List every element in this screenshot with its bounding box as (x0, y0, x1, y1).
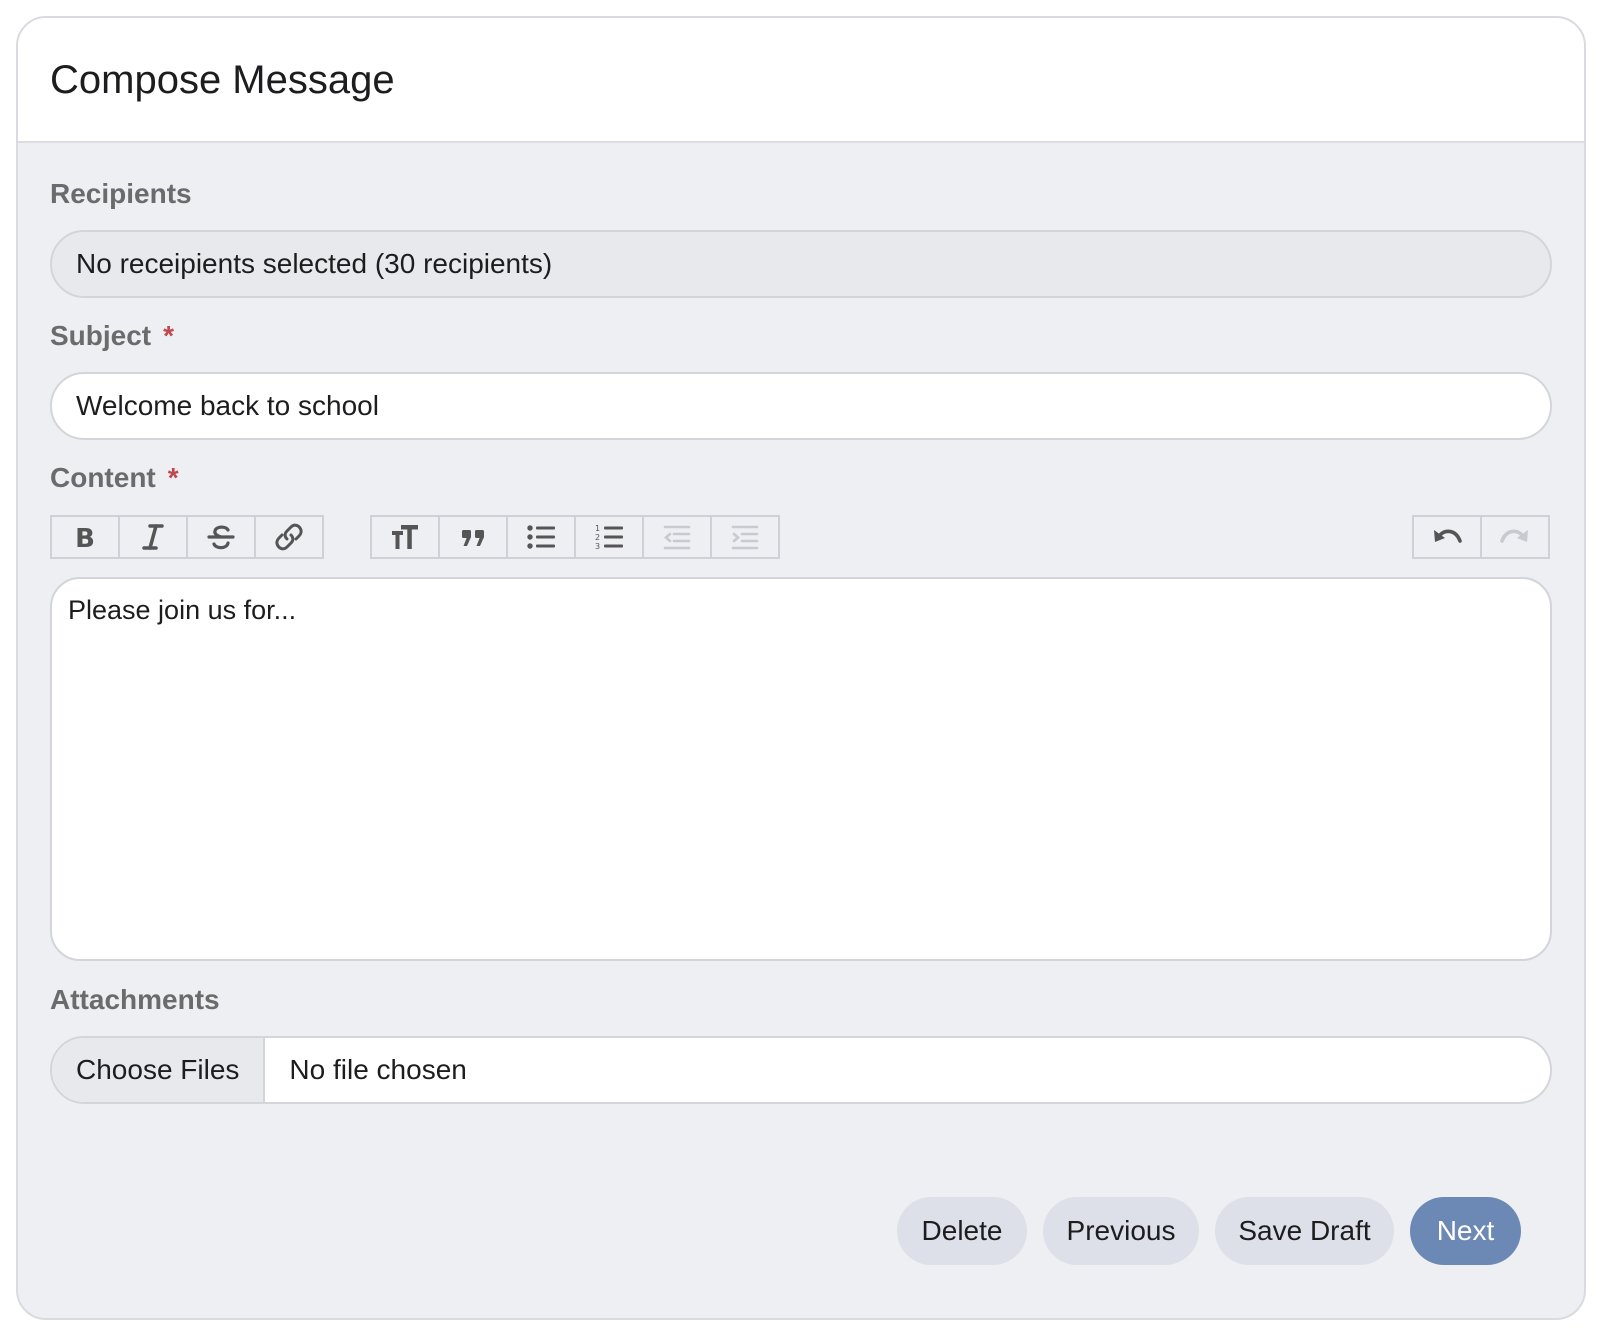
outdent-icon (663, 525, 691, 550)
next-button[interactable]: Next (1410, 1197, 1521, 1265)
block-button-group: 123 (370, 515, 780, 559)
heading-button[interactable] (370, 515, 440, 559)
link-button[interactable] (254, 515, 324, 559)
svg-text:1: 1 (595, 524, 600, 533)
strikethrough-icon (207, 525, 235, 550)
indent-icon (731, 525, 759, 550)
bullet-list-button[interactable] (506, 515, 576, 559)
format-button-group: B (50, 515, 324, 559)
compose-card: Compose Message Recipients No receipient… (16, 16, 1586, 1320)
content-required-mark: * (167, 462, 179, 493)
quote-button[interactable] (438, 515, 508, 559)
delete-button[interactable]: Delete (897, 1197, 1027, 1265)
svg-text:2: 2 (595, 533, 600, 542)
italic-icon (142, 524, 164, 550)
history-button-group (1412, 515, 1550, 559)
quote-icon (462, 530, 484, 546)
indent-button[interactable] (710, 515, 780, 559)
subject-label-text: Subject (50, 320, 152, 351)
undo-icon (1434, 529, 1462, 543)
attachments-label: Attachments (50, 984, 220, 1015)
card-header: Compose Message (18, 18, 1584, 143)
strikethrough-button[interactable] (186, 515, 256, 559)
redo-icon (1500, 529, 1528, 543)
redo-button[interactable] (1480, 515, 1550, 559)
link-icon (275, 523, 303, 551)
subject-label: Subject * (50, 320, 174, 352)
content-text: Please join us for... (68, 595, 297, 625)
recipients-label: Recipients (50, 178, 192, 209)
outdent-button[interactable] (642, 515, 712, 559)
previous-button[interactable]: Previous (1043, 1197, 1199, 1265)
undo-button[interactable] (1412, 515, 1482, 559)
editor-toolbar: B 123 (50, 515, 1552, 559)
svg-text:3: 3 (595, 542, 600, 551)
bold-icon: B (75, 524, 95, 553)
content-label-text: Content (50, 462, 156, 493)
save-draft-button[interactable]: Save Draft (1215, 1197, 1394, 1265)
content-editor[interactable]: Please join us for... (50, 577, 1552, 961)
subject-required-mark: * (163, 320, 175, 351)
numbered-list-button[interactable]: 123 (574, 515, 644, 559)
bold-button[interactable]: B (50, 515, 120, 559)
heading-icon (392, 525, 418, 549)
attachments-file-input[interactable]: Choose Files No file chosen (50, 1036, 1552, 1104)
content-label: Content * (50, 462, 179, 494)
page-title: Compose Message (50, 58, 395, 102)
bullet-list-icon (527, 525, 555, 549)
recipients-value: No receipients selected (30 recipients) (76, 248, 553, 279)
choose-files-button[interactable]: Choose Files (52, 1038, 266, 1102)
recipients-field[interactable]: No receipients selected (30 recipients) (50, 230, 1552, 298)
svg-text:B: B (75, 524, 95, 553)
file-status: No file chosen (289, 1054, 467, 1085)
subject-input[interactable] (50, 372, 1552, 440)
italic-button[interactable] (118, 515, 188, 559)
numbered-list-icon: 123 (595, 524, 623, 551)
